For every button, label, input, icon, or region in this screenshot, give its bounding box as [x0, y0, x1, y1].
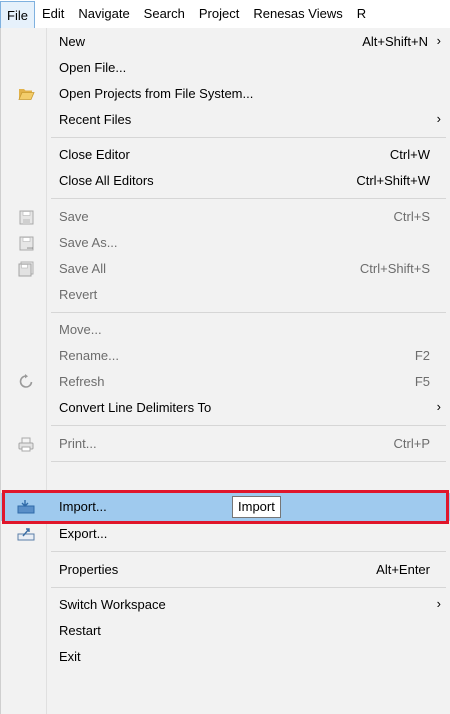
- menu-item-move[interactable]: Move...: [1, 317, 450, 343]
- menu-item-label: Close Editor: [59, 147, 130, 162]
- menu-item-label: Refresh: [59, 374, 105, 389]
- menu-item-switch-workspace[interactable]: Switch Workspace ›: [1, 592, 450, 618]
- menu-item-accelerator: Ctrl+P: [393, 436, 430, 451]
- menu-item-accelerator: F2: [414, 348, 430, 363]
- menu-item-revert[interactable]: Revert: [1, 282, 450, 308]
- menu-item-import[interactable]: Import...: [1, 493, 450, 521]
- menu-separator: [51, 312, 446, 313]
- menu-item-label: Properties: [59, 562, 119, 577]
- menu-item-label: Revert: [59, 287, 98, 302]
- menu-item-accelerator: Ctrl+S: [393, 209, 430, 224]
- save-as-icon: [17, 235, 35, 251]
- menu-item-accelerator: Ctrl+Shift+W: [356, 173, 430, 188]
- menu-item-accelerator: Alt+Shift+N: [362, 34, 428, 49]
- menu-item-convert-line-delimiters[interactable]: Convert Line Delimiters To ›: [1, 395, 450, 421]
- file-menu-dropdown: New Alt+Shift+N › Open File... Open Proj…: [0, 28, 450, 714]
- menu-item-label: Exit: [59, 649, 81, 664]
- menu-item-label: Save As...: [59, 235, 118, 250]
- chevron-right-icon: ›: [436, 596, 441, 611]
- menu-item-accelerator: Alt+Enter: [376, 562, 430, 577]
- save-icon: [17, 209, 35, 225]
- menu-item-label: Recent Files: [59, 112, 132, 127]
- menu-item-label: Restart: [59, 623, 101, 638]
- menu-item-accelerator: Ctrl+Shift+S: [359, 261, 430, 276]
- import-icon: [17, 499, 35, 515]
- menu-item-save-as[interactable]: Save As...: [1, 230, 450, 256]
- print-icon: [17, 436, 35, 452]
- save-all-icon: [17, 261, 35, 277]
- menu-item-label: Convert Line Delimiters To: [59, 400, 212, 415]
- menu-item-label: Rename...: [59, 348, 119, 363]
- menu-item-accelerator: Ctrl+W: [389, 147, 430, 162]
- menu-item-label: Export...: [59, 526, 108, 541]
- menu-item-save-all[interactable]: Save All Ctrl+Shift+S: [1, 256, 450, 282]
- menu-item-label: Move...: [59, 322, 102, 337]
- menu-item-open-projects[interactable]: Open Projects from File System...: [1, 81, 450, 107]
- menu-item-label: Close All Editors: [59, 173, 154, 188]
- chevron-right-icon: ›: [436, 399, 441, 414]
- menu-item-print[interactable]: Print... Ctrl+P: [1, 431, 450, 457]
- menu-separator: [51, 137, 446, 138]
- menu-item-restart[interactable]: Restart: [1, 618, 450, 644]
- menu-project[interactable]: Project: [192, 0, 246, 28]
- menu-item-label: Switch Workspace: [59, 597, 166, 612]
- menu-run[interactable]: R: [350, 0, 373, 28]
- menu-renesas-views[interactable]: Renesas Views: [246, 0, 349, 28]
- menu-item-label: Open File...: [59, 60, 127, 75]
- menu-item-new[interactable]: New Alt+Shift+N ›: [1, 29, 450, 55]
- menu-item-recent-files[interactable]: Recent Files ›: [1, 107, 450, 133]
- menu-item-label: Save All: [59, 261, 106, 276]
- menu-item-label: New: [59, 34, 86, 49]
- menu-item-save[interactable]: Save Ctrl+S: [1, 204, 450, 230]
- import-tooltip: Import: [232, 496, 281, 518]
- menu-separator: [51, 461, 446, 462]
- menu-separator: [51, 425, 446, 426]
- menu-item-exit[interactable]: Exit: [1, 644, 450, 670]
- menu-separator: [51, 587, 446, 588]
- menu-item-label: Print...: [59, 436, 97, 451]
- menu-item-refresh[interactable]: Refresh F5: [1, 369, 450, 395]
- menu-item-label: Save: [59, 209, 89, 224]
- menu-item-label: Open Projects from File System...: [59, 86, 254, 101]
- menu-search[interactable]: Search: [137, 0, 192, 28]
- menu-item-properties[interactable]: Properties Alt+Enter: [1, 557, 450, 583]
- menu-file[interactable]: File: [0, 0, 35, 28]
- export-icon: [17, 526, 35, 542]
- menu-item-export[interactable]: Export...: [1, 521, 450, 547]
- menu-bar: File Edit Navigate Search Project Renesa…: [0, 0, 450, 29]
- menu-item-accelerator: F5: [414, 374, 430, 389]
- menu-item-close-all-editors[interactable]: Close All Editors Ctrl+Shift+W: [1, 168, 450, 194]
- menu-item-open-file[interactable]: Open File...: [1, 55, 450, 81]
- menu-navigate[interactable]: Navigate: [71, 0, 136, 28]
- chevron-right-icon: ›: [436, 33, 441, 48]
- menu-item-close-editor[interactable]: Close Editor Ctrl+W: [1, 142, 450, 168]
- menu-separator: [51, 551, 446, 552]
- menu-edit[interactable]: Edit: [35, 0, 71, 28]
- chevron-right-icon: ›: [436, 111, 441, 126]
- menu-item-label: Import...: [59, 499, 107, 514]
- folder-open-icon: [17, 86, 35, 102]
- menu-item-rename[interactable]: Rename... F2: [1, 343, 450, 369]
- menu-separator: [51, 198, 446, 199]
- refresh-icon: [17, 374, 35, 390]
